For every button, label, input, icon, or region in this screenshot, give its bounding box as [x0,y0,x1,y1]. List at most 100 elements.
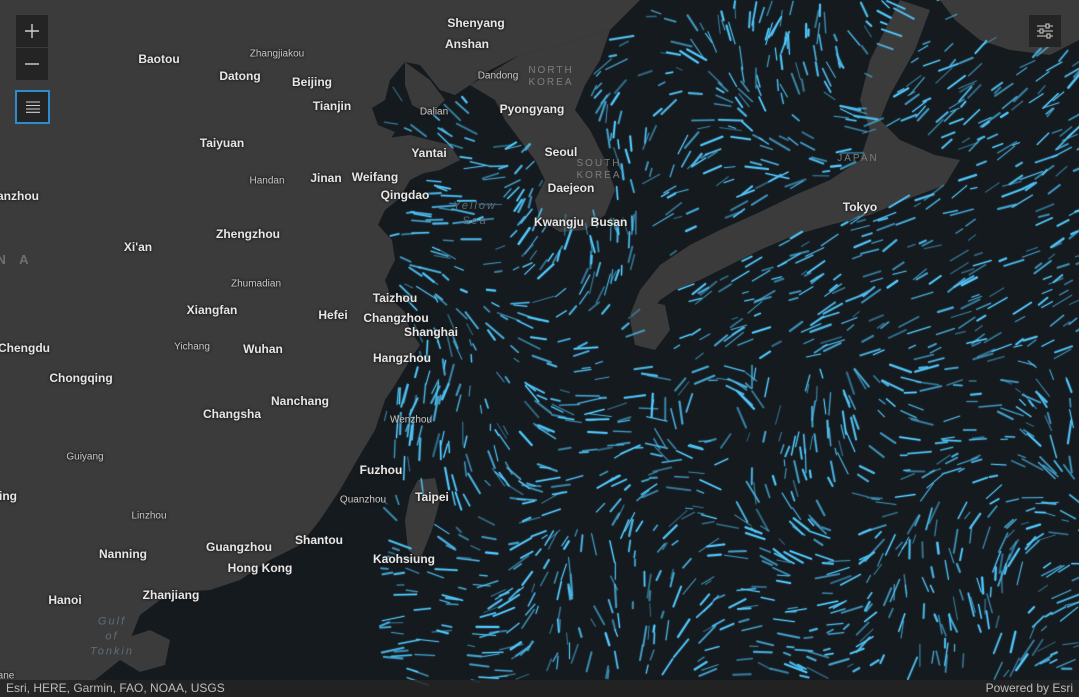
attribution-bar: Esri, HERE, Garmin, FAO, NOAA, USGS Powe… [0,680,1079,697]
current-streak [752,650,773,654]
current-streak [616,220,619,243]
current-streak [439,440,442,461]
layer-list-button[interactable] [15,90,50,124]
current-streak [942,439,962,442]
current-streak [783,459,786,467]
current-streak [485,288,497,292]
current-streak [1069,397,1072,408]
current-streak [652,624,656,633]
current-streak [866,496,883,500]
current-streak [952,384,963,387]
current-streak [558,619,561,633]
current-streak [466,654,483,658]
current-streak [698,440,712,442]
current-streak [393,649,409,653]
current-streak [903,391,917,394]
current-streak [732,673,752,676]
current-streak [685,507,694,510]
current-streak [479,574,488,577]
current-streak [783,31,788,46]
current-streak [448,202,458,205]
current-streak [398,387,401,405]
current-streak [989,586,992,598]
current-streak [822,170,831,173]
current-streak [418,437,422,462]
current-streak [609,217,612,242]
current-streak [382,555,391,558]
attribution-sources[interactable]: Esri, HERE, Garmin, FAO, NOAA, USGS [6,680,225,697]
current-streak [826,419,830,439]
current-streak [674,476,690,478]
current-streak [445,597,459,601]
current-streak [921,541,924,559]
current-streak [411,231,430,234]
current-streak [830,164,842,168]
current-streak [628,231,631,249]
current-streak [607,444,625,447]
filter-settings-button[interactable] [1029,15,1061,47]
minus-icon [25,63,39,65]
current-streak [633,550,636,559]
current-streak [707,553,722,557]
current-streak [776,78,779,92]
current-streak [448,440,450,454]
current-streak [608,54,618,58]
current-streak [406,210,415,214]
current-streak [434,568,458,572]
current-streak [934,441,949,445]
current-streak [393,439,396,459]
current-streak [961,652,965,668]
ocean-current-map[interactable] [0,0,1079,697]
zoom-in-button[interactable] [16,15,48,47]
current-streak [653,632,656,645]
current-streak [733,0,736,9]
current-streak [558,403,581,406]
current-streak [379,626,392,629]
current-streak [607,669,610,680]
current-streak [815,385,818,402]
current-streak [687,92,703,96]
current-streak [494,270,503,274]
current-streak [485,551,499,555]
current-streak [821,562,834,565]
current-streak [436,334,439,344]
current-streak [393,593,418,596]
current-streak [631,215,634,231]
current-streak [470,354,473,363]
current-streak [393,571,406,576]
current-streak [1000,570,1003,594]
current-streak [737,607,752,610]
zoom-out-button[interactable] [16,48,48,80]
plus-icon [25,24,39,38]
current-streak [1004,435,1016,438]
current-streak [922,603,925,619]
current-streak [481,651,504,654]
current-streak [648,590,652,602]
current-streak [445,603,459,606]
current-streak [918,366,929,369]
current-streak [403,455,406,481]
current-streak [590,254,593,265]
current-streak [380,567,389,570]
current-streak [596,240,600,253]
sliders-icon [1037,23,1053,39]
current-streak [803,636,814,639]
current-streak [811,405,814,428]
current-streak [751,585,767,588]
current-streak [936,541,940,555]
list-icon [25,101,40,113]
current-streak [442,239,454,242]
current-streak [440,194,463,198]
current-streak [494,669,513,672]
current-streak [981,576,985,595]
current-streak [748,11,752,29]
current-streak [399,411,402,436]
powered-by-esri[interactable]: Powered by Esri [986,680,1073,697]
current-streak [786,32,789,49]
current-streak [609,132,613,141]
current-streak [809,469,812,479]
current-streak [727,550,747,553]
current-streak [969,392,982,396]
current-streak [994,566,997,581]
current-streak [587,430,608,434]
